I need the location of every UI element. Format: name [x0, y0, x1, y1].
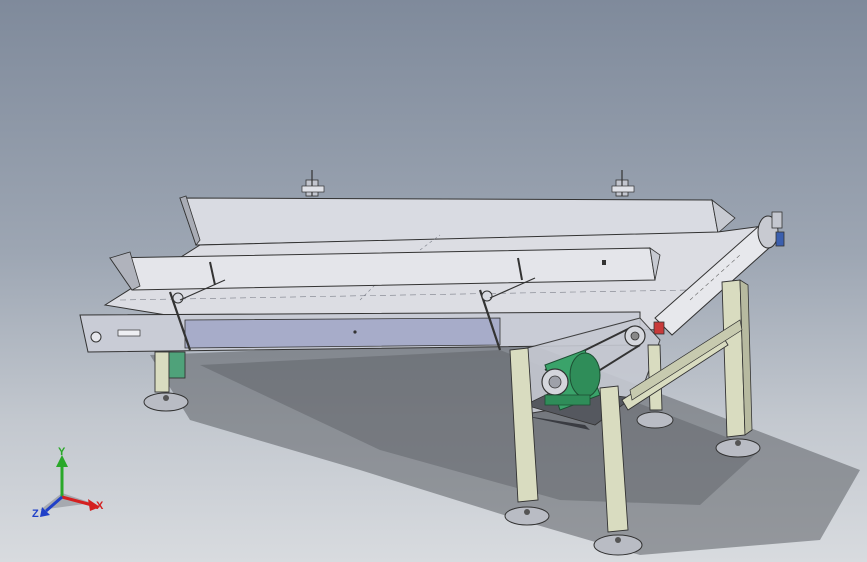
x-axis-label: X	[96, 500, 104, 512]
graphics-viewport[interactable]: Y X Z	[0, 0, 867, 562]
coordinate-triad: Y X Z	[32, 446, 104, 520]
rear-bracket-left[interactable]	[301, 170, 325, 197]
rear-bracket-right[interactable]	[611, 170, 635, 197]
z-axis-label: Z	[32, 508, 39, 520]
y-axis-label: Y	[58, 446, 66, 458]
conveyor-model[interactable]	[0, 0, 867, 562]
